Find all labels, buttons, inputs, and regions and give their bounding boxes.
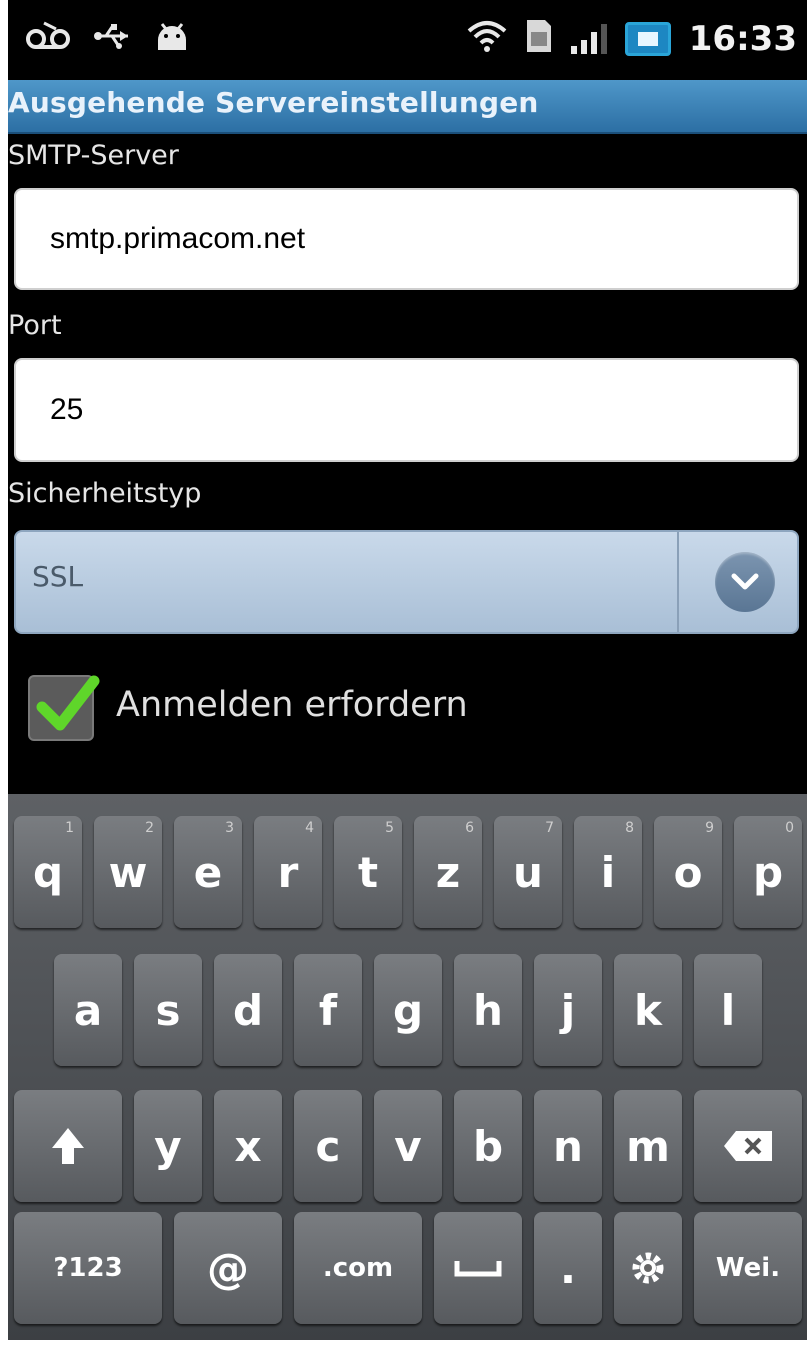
backspace-key[interactable] bbox=[694, 1090, 802, 1202]
chevron-down-icon[interactable] bbox=[715, 552, 775, 612]
key-m[interactable]: m bbox=[614, 1090, 682, 1202]
space-key[interactable] bbox=[434, 1212, 522, 1324]
key-w[interactable]: 2w bbox=[94, 816, 162, 928]
gear-icon bbox=[632, 1252, 664, 1284]
key-e[interactable]: 3e bbox=[174, 816, 242, 928]
key-l[interactable]: l bbox=[694, 954, 762, 1066]
at-key[interactable]: @ bbox=[174, 1212, 282, 1324]
checkmark-icon bbox=[36, 675, 100, 731]
android-icon bbox=[154, 18, 190, 60]
page-title: Ausgehende Servereinstellungen bbox=[8, 86, 539, 119]
key-g[interactable]: g bbox=[374, 954, 442, 1066]
key-k[interactable]: k bbox=[614, 954, 682, 1066]
status-left-icons bbox=[26, 0, 190, 78]
symbols-key[interactable]: ?123 bbox=[14, 1212, 162, 1324]
settings-key[interactable] bbox=[614, 1212, 682, 1324]
key-o[interactable]: 9o bbox=[654, 816, 722, 928]
smtp-server-field[interactable]: smtp.primacom.net bbox=[14, 188, 799, 290]
key-j[interactable]: j bbox=[534, 954, 602, 1066]
key-v[interactable]: v bbox=[374, 1090, 442, 1202]
key-u[interactable]: 7u bbox=[494, 816, 562, 928]
status-right-icons: 16:33 bbox=[467, 0, 797, 78]
status-bar: 16:33 bbox=[8, 0, 807, 78]
key-q[interactable]: 1q bbox=[14, 816, 82, 928]
port-field[interactable]: 25 bbox=[14, 358, 799, 462]
usb-icon bbox=[92, 19, 132, 59]
key-n[interactable]: n bbox=[534, 1090, 602, 1202]
sim-icon bbox=[525, 18, 553, 60]
security-type-label: Sicherheitstyp bbox=[8, 478, 202, 509]
dot-com-key[interactable]: .com bbox=[294, 1212, 422, 1324]
voicemail-icon bbox=[26, 19, 70, 59]
smtp-server-label: SMTP-Server bbox=[8, 140, 179, 171]
key-x[interactable]: x bbox=[214, 1090, 282, 1202]
security-type-value: SSL bbox=[32, 560, 84, 593]
key-i[interactable]: 8i bbox=[574, 816, 642, 928]
signal-icon bbox=[570, 24, 607, 54]
backspace-icon bbox=[724, 1131, 772, 1161]
battery-icon bbox=[624, 22, 671, 56]
wifi-icon bbox=[467, 19, 507, 59]
port-label: Port bbox=[8, 310, 62, 341]
key-b[interactable]: b bbox=[454, 1090, 522, 1202]
key-t[interactable]: 5t bbox=[334, 816, 402, 928]
require-login-label[interactable]: Anmelden erfordern bbox=[116, 685, 468, 725]
security-type-select[interactable]: SSL bbox=[14, 530, 799, 634]
key-p[interactable]: 0p bbox=[734, 816, 802, 928]
select-divider bbox=[677, 532, 679, 632]
phone-screen: 16:33 Ausgehende Servereinstellungen SMT… bbox=[8, 0, 807, 1340]
key-c[interactable]: c bbox=[294, 1090, 362, 1202]
clock: 16:33 bbox=[688, 19, 797, 59]
soft-keyboard: 1q 2w 3e 4r 5t 6z 7u 8i 9o 0p a s d f g … bbox=[8, 794, 807, 1340]
smtp-server-value: smtp.primacom.net bbox=[50, 222, 306, 255]
key-h[interactable]: h bbox=[454, 954, 522, 1066]
key-z[interactable]: 6z bbox=[414, 816, 482, 928]
title-bar: Ausgehende Servereinstellungen bbox=[8, 80, 807, 134]
key-a[interactable]: a bbox=[54, 954, 122, 1066]
key-y[interactable]: y bbox=[134, 1090, 202, 1202]
shift-key[interactable] bbox=[14, 1090, 122, 1202]
port-value: 25 bbox=[50, 393, 84, 426]
next-key[interactable]: Wei. bbox=[694, 1212, 802, 1324]
shift-arrow-icon bbox=[52, 1128, 84, 1164]
period-key[interactable]: . bbox=[534, 1212, 602, 1324]
key-s[interactable]: s bbox=[134, 954, 202, 1066]
space-bar-icon bbox=[454, 1261, 502, 1277]
key-d[interactable]: d bbox=[214, 954, 282, 1066]
require-login-checkbox[interactable] bbox=[28, 675, 100, 741]
key-f[interactable]: f bbox=[294, 954, 362, 1066]
key-r[interactable]: 4r bbox=[254, 816, 322, 928]
